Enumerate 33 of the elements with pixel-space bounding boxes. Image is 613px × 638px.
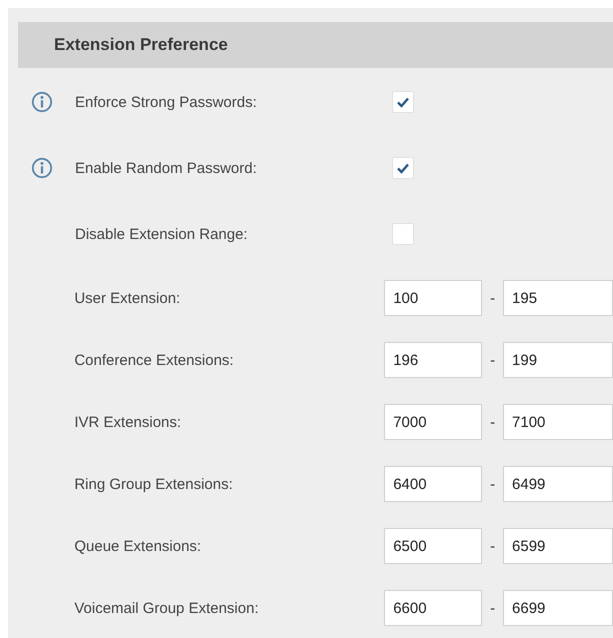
field-label: Disable Extension Range: [75,226,249,242]
field-label: IVR Extensions: [74,414,182,430]
range-separator: - [489,538,496,554]
field-label: Ring Group Extensions: [74,476,234,492]
input-field[interactable]: 7000 [384,404,482,440]
input-field[interactable]: 6400 [384,466,482,502]
info-icon[interactable] [31,91,53,113]
checkbox[interactable] [392,223,414,245]
field-label: Conference Extensions: [74,352,235,368]
input-field[interactable]: 196 [384,342,482,378]
input-field[interactable]: 195 [503,280,613,316]
field-label: Enable Random Password: [75,160,258,176]
input-field[interactable]: 199 [503,342,613,378]
input-field[interactable]: 7100 [503,404,613,440]
input-field[interactable]: 6600 [384,590,482,626]
input-field[interactable]: 6699 [503,590,613,626]
input-field[interactable]: 6500 [384,528,482,564]
checkbox[interactable] [392,91,414,113]
input-field[interactable]: 6599 [503,528,613,564]
field-label: Voicemail Group Extension: [74,600,260,616]
field-label: User Extension: [74,290,182,306]
range-separator: - [489,290,496,306]
range-separator: - [489,600,496,616]
checkbox[interactable] [392,157,414,179]
range-separator: - [489,476,496,492]
input-field[interactable]: 6499 [503,466,613,502]
range-separator: - [489,414,496,430]
field-label: Enforce Strong Passwords: [75,94,258,110]
input-field[interactable]: 100 [384,280,482,316]
section-title: Extension Preference [54,35,228,55]
field-label: Queue Extensions: [74,538,202,554]
info-icon[interactable] [31,157,53,179]
range-separator: - [489,352,496,368]
